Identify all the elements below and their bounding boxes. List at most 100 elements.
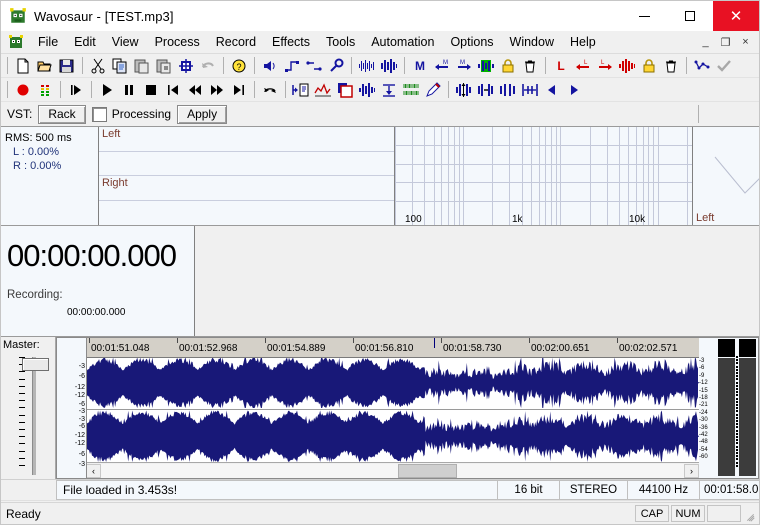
output-meters-panel[interactable]: -3 -6 -9 -12 -15 -18 -21 -24 -30 -36 -42 -48 -54 -60	[699, 337, 759, 479]
marker-select-button[interactable]	[475, 55, 497, 76]
zoom-fit-button[interactable]	[475, 79, 497, 100]
rewind-button[interactable]	[184, 79, 206, 100]
loop-delete-button[interactable]	[660, 55, 682, 76]
menu-item-record[interactable]: Record	[208, 33, 264, 51]
waveform-zone-button[interactable]	[378, 55, 400, 76]
marker-delete-button[interactable]	[519, 55, 541, 76]
scroll-track[interactable]	[101, 463, 684, 478]
checkbox-box[interactable]	[91, 106, 107, 122]
copy-button[interactable]	[109, 55, 131, 76]
menu-item-options[interactable]: Options	[442, 33, 501, 51]
undo-button[interactable]	[197, 55, 219, 76]
playhead-marker[interactable]	[434, 338, 435, 348]
loop-lock-button[interactable]	[638, 55, 660, 76]
open-file-button[interactable]	[34, 55, 56, 76]
automation-button[interactable]	[691, 55, 713, 76]
scroll-left-arrow-icon[interactable]: ‹	[86, 463, 101, 478]
stop-button[interactable]	[140, 79, 162, 100]
master-fader-knob[interactable]	[22, 358, 49, 371]
menu-item-tools[interactable]: Tools	[318, 33, 363, 51]
new-file-button[interactable]	[12, 55, 34, 76]
loop-play-button[interactable]	[259, 79, 281, 100]
crop-button[interactable]	[175, 55, 197, 76]
menu-item-view[interactable]: View	[104, 33, 147, 51]
loop-button[interactable]: L	[550, 55, 572, 76]
meter-center-dot	[736, 375, 738, 378]
normalize-button[interactable]	[378, 79, 400, 100]
scroll-thumb[interactable]	[398, 463, 457, 478]
maximize-button[interactable]	[667, 1, 713, 31]
waveform-horizontal-scrollbar[interactable]: ‹ ›	[86, 462, 699, 478]
zoom-full-icon	[522, 83, 538, 96]
forward-button[interactable]	[206, 79, 228, 100]
menu-item-edit[interactable]: Edit	[66, 33, 104, 51]
pause-button[interactable]	[118, 79, 140, 100]
level-meters-panel[interactable]: Left Right	[99, 127, 395, 225]
batch-button[interactable]	[290, 79, 312, 100]
play-button[interactable]	[96, 79, 118, 100]
nav-right-button[interactable]	[563, 79, 585, 100]
zoom-sel-button[interactable]	[497, 79, 519, 100]
mdi-minimize-button[interactable]: _	[696, 33, 715, 51]
minimize-button[interactable]	[621, 1, 667, 31]
spectrum-analyzer-panel[interactable]: 100 1k 10k	[395, 127, 693, 225]
meter-center-dot	[736, 420, 738, 422]
menu-item-window[interactable]: Window	[502, 33, 562, 51]
multichannel-button[interactable]	[400, 79, 422, 100]
duplicate-button[interactable]	[334, 79, 356, 100]
save-file-button[interactable]	[56, 55, 78, 76]
loop-left-button[interactable]: L	[572, 55, 594, 76]
zoom-vertical-button[interactable]	[453, 79, 475, 100]
menu-item-automation[interactable]: Automation	[363, 33, 442, 51]
mdi-close-button[interactable]: ×	[736, 33, 755, 51]
fader-tick	[19, 436, 25, 438]
fade-button[interactable]	[281, 55, 303, 76]
volume-button[interactable]	[259, 55, 281, 76]
spectrum-gridline-v	[412, 127, 413, 225]
waveform-stat-button[interactable]	[356, 79, 378, 100]
close-button[interactable]: ✕	[713, 1, 759, 31]
vst-rack-button[interactable]: Rack	[38, 104, 86, 124]
zoom-full-button[interactable]	[519, 79, 541, 100]
menu-item-help[interactable]: Help	[562, 33, 604, 51]
spectrum-channel-panel[interactable]: Left	[693, 127, 759, 225]
play-selection-button[interactable]	[65, 79, 87, 100]
menu-item-effects[interactable]: Effects	[264, 33, 318, 51]
menu-item-process[interactable]: Process	[147, 33, 208, 51]
vst-apply-button[interactable]: Apply	[177, 104, 228, 124]
marker-lock-button[interactable]	[497, 55, 519, 76]
tools-button[interactable]	[325, 55, 347, 76]
paste-new-button[interactable]	[153, 55, 175, 76]
cut-button[interactable]	[87, 55, 109, 76]
ruler-tick	[441, 338, 442, 343]
waveform-canvas[interactable]	[86, 357, 699, 462]
waveform-select-button[interactable]	[356, 55, 378, 76]
time-display-panel[interactable]: 00:00:00.000 Recording: 00:00:00.000	[1, 226, 195, 336]
scroll-right-arrow-icon[interactable]: ›	[684, 463, 699, 478]
nav-left-button[interactable]	[541, 79, 563, 100]
master-fader-panel[interactable]: Master:	[1, 337, 56, 479]
record-button[interactable]	[12, 79, 34, 100]
loop-right-button[interactable]: L	[594, 55, 616, 76]
go-start-button[interactable]	[162, 79, 184, 100]
marker-right-button[interactable]: M	[453, 55, 475, 76]
time-ruler[interactable]: 00:01:51.048 00:01:52.968 00:01:54.889 00:0…	[86, 338, 699, 358]
loop-select-button[interactable]	[616, 55, 638, 76]
menu-item-file[interactable]: File	[30, 33, 66, 51]
marker-left-button[interactable]: M	[431, 55, 453, 76]
help-button[interactable]: ?	[228, 55, 250, 76]
window-title: Wavosaur - [TEST.mp3]	[34, 8, 174, 24]
draw-button[interactable]	[422, 79, 444, 100]
waveform-view[interactable]: -3 -6 -12 -12 -6 -3 -3 -6 -12 -12 -6 -3 00:01:51.04…	[56, 337, 699, 479]
paste-button[interactable]	[131, 55, 153, 76]
go-end-button[interactable]	[228, 79, 250, 100]
mdi-restore-button[interactable]: ❐	[716, 33, 735, 51]
marker-button[interactable]: M	[409, 55, 431, 76]
master-fader-track[interactable]	[32, 357, 36, 475]
analysis-button[interactable]	[312, 79, 334, 100]
validate-button[interactable]	[713, 55, 735, 76]
envelope-button[interactable]	[303, 55, 325, 76]
resize-grip-icon[interactable]	[743, 507, 757, 522]
vst-processing-checkbox[interactable]: Processing	[91, 106, 171, 122]
levels-button[interactable]	[34, 79, 56, 100]
